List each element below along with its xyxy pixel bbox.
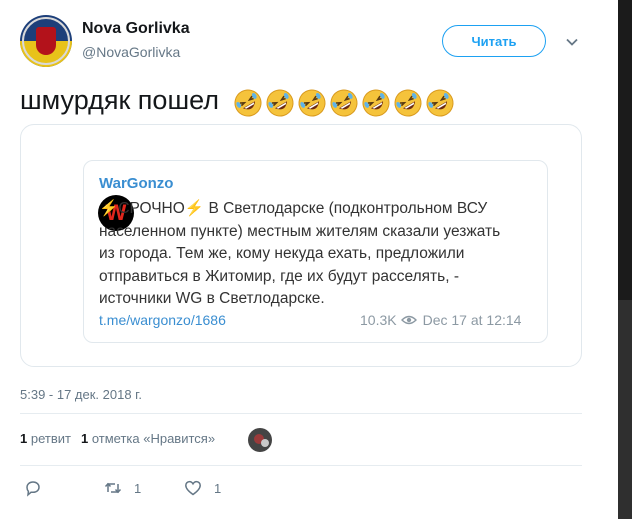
chevron-down-icon[interactable] — [566, 36, 578, 48]
eye-icon — [400, 315, 417, 325]
retweet-count: 1 — [134, 480, 142, 496]
laughing-emoji-icon — [426, 89, 453, 117]
tweet-timestamp[interactable]: 5:39 - 17 дек. 2018 г. — [20, 387, 142, 402]
retweet-icon — [104, 482, 122, 494]
like-stat[interactable]: 1 отметка «Нравится» — [81, 431, 215, 446]
tweet-text-content: шмурдяк пошел — [20, 85, 219, 115]
avatar[interactable] — [20, 15, 72, 67]
like-button[interactable]: 1 — [184, 478, 221, 498]
author-handle[interactable]: @NovaGorlivka — [82, 44, 180, 60]
emoji-row — [233, 85, 457, 118]
post-meta: 10.3K Dec 17 at 12:14 — [360, 312, 521, 328]
divider — [20, 413, 582, 414]
view-count: 10.3K — [360, 312, 397, 328]
urgent-label: СРОЧНО — [118, 200, 185, 217]
retweet-stat[interactable]: 1 ретвит — [20, 431, 71, 446]
background-strip — [618, 0, 632, 519]
laughing-emoji-icon — [298, 89, 325, 117]
laughing-emoji-icon — [330, 89, 357, 117]
author-name[interactable]: Nova Gorlivka — [82, 20, 190, 38]
laughing-emoji-icon — [234, 89, 261, 117]
channel-name[interactable]: WarGonzo — [99, 175, 173, 192]
tweet-stats: 1 ретвит 1 отметка «Нравится» — [20, 431, 215, 446]
lightning-icon: ⚡ — [184, 200, 205, 217]
post-body: ⚡СРОЧНО⚡ В Светлодарске (подконтрольном … — [99, 198, 519, 311]
laughing-emoji-icon — [394, 89, 421, 117]
laughing-emoji-icon — [362, 89, 389, 117]
reply-button[interactable] — [24, 478, 54, 498]
tweet-text: шмурдяк пошел — [20, 84, 457, 118]
post-link[interactable]: t.me/wargonzo/1686 — [99, 312, 226, 328]
reply-icon — [26, 481, 40, 497]
lightning-icon: ⚡ — [99, 200, 119, 217]
like-count: 1 — [214, 480, 222, 496]
post-date: Dec 17 at 12:14 — [422, 312, 522, 328]
follow-button[interactable]: Читать — [442, 25, 546, 57]
heart-icon — [185, 480, 201, 496]
divider — [20, 465, 582, 466]
laughing-emoji-icon — [266, 89, 293, 117]
liker-avatar[interactable] — [248, 428, 272, 452]
retweet-button[interactable]: 1 — [104, 478, 141, 498]
